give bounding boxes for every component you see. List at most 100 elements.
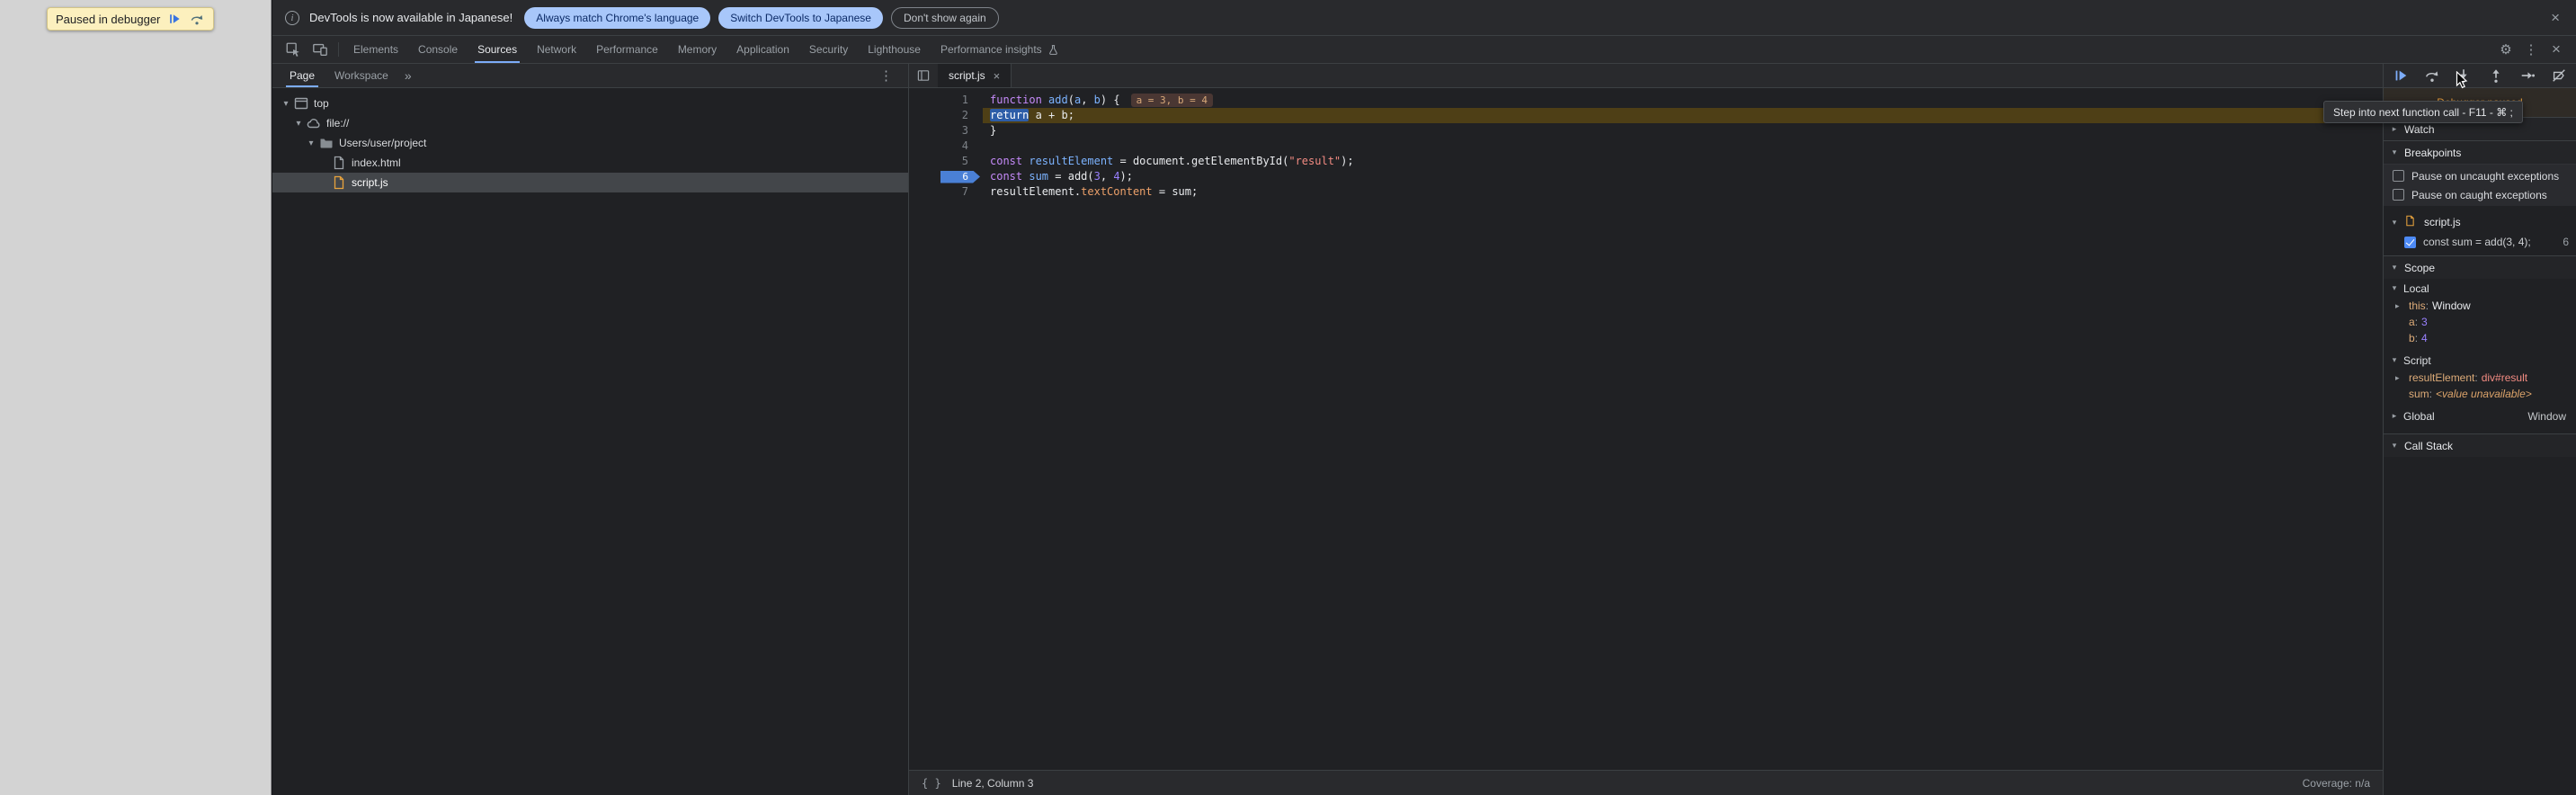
tab-network[interactable]: Network	[527, 36, 586, 63]
resume-script-icon[interactable]	[166, 11, 183, 27]
gutter-line-5[interactable]: 5	[909, 154, 983, 169]
screen: Paused in debugger i DevTools is now ava…	[0, 0, 2576, 795]
device-toolbar-icon[interactable]	[307, 36, 334, 63]
scope-group-global[interactable]: ▸GlobalWindow	[2384, 406, 2576, 425]
code-line-3[interactable]: }	[983, 123, 2383, 138]
scope-var-value: 3	[2421, 316, 2428, 328]
infobar-action-switch-devtools-to-japanese[interactable]: Switch DevTools to Japanese	[718, 7, 883, 29]
tree-item-label: file://	[326, 117, 349, 130]
gutter-line-4[interactable]: 4	[909, 138, 983, 154]
step-into-icon[interactable]	[2453, 65, 2474, 86]
close-tab-icon[interactable]: ×	[994, 69, 1001, 83]
step-into-icon	[2456, 67, 2472, 84]
step-into-tooltip: Step into next function call - F11 - ⌘ ;	[2323, 101, 2523, 123]
navigator-menu-icon[interactable]: ⋮	[871, 64, 901, 87]
scope-var-b[interactable]: b:4	[2384, 330, 2576, 346]
tab-label: Security	[809, 43, 848, 56]
section-scope[interactable]: ▾ Scope	[2384, 255, 2576, 279]
tree-item-users-user-project[interactable]: ▾Users/user/project	[272, 133, 908, 153]
scope-group-script[interactable]: ▾Script	[2384, 351, 2576, 370]
navigator-tab-label: Page	[290, 69, 315, 82]
infobar-actions: Always match Chrome's language Switch Dev…	[524, 7, 998, 29]
code-line-2[interactable]: return a + b;	[983, 108, 2383, 123]
infobar-action-don-t-show-again[interactable]: Don't show again	[891, 7, 999, 29]
infobar-action-always-match-chrome-s-language[interactable]: Always match Chrome's language	[524, 7, 710, 29]
code-line-7[interactable]: resultElement.textContent = sum;	[983, 184, 2383, 200]
tree-item-label: index.html	[352, 156, 401, 169]
tree-item-file[interactable]: ▾file://	[272, 113, 908, 133]
close-devtools-icon[interactable]: ×	[2544, 36, 2569, 63]
checkbox[interactable]	[2393, 189, 2404, 201]
gutter-line-7[interactable]: 7	[909, 184, 983, 200]
tab-sources[interactable]: Sources	[468, 36, 527, 63]
breakpoint-group-script-js[interactable]: ▾ script.js	[2384, 212, 2576, 232]
step-out-icon[interactable]	[2485, 65, 2507, 86]
editor-tab-script-js[interactable]: script.js ×	[938, 64, 1012, 87]
scope-var-sum[interactable]: sum:<value unavailable>	[2384, 386, 2576, 402]
breakpoint-group-file: script.js	[2424, 216, 2461, 228]
checkbox[interactable]	[2404, 237, 2416, 248]
tab-console[interactable]: Console	[408, 36, 468, 63]
code-line-5[interactable]: const resultElement = document.getElemen…	[983, 154, 2383, 169]
scope-var-separator: :	[2429, 388, 2432, 400]
breakpoint-entry[interactable]: const sum = add(3, 4);6	[2384, 232, 2576, 252]
scope-var-a[interactable]: a:3	[2384, 314, 2576, 330]
debugger-toolbar	[2384, 64, 2576, 88]
scope-var-name: sum	[2409, 388, 2429, 400]
panel-left-icon[interactable]	[909, 64, 938, 87]
code-token: ,	[1081, 94, 1093, 106]
code-token: add	[1048, 94, 1068, 106]
gutter-line-6[interactable]: 6	[909, 169, 983, 184]
disclosure-triangle-icon: ▾	[2390, 218, 2399, 228]
code-line-1[interactable]: function add(a, b) {a = 3, b = 4	[983, 93, 2383, 108]
scope-group-value: Window	[2527, 410, 2570, 423]
tab-elements[interactable]: Elements	[343, 36, 408, 63]
gutter-line-2[interactable]: 2	[909, 108, 983, 123]
tab-lighthouse[interactable]: Lighthouse	[858, 36, 931, 63]
toggle-pause-on-caught-exceptions[interactable]: Pause on caught exceptions	[2384, 185, 2576, 204]
disclosure-triangle-icon: ▸	[2395, 373, 2400, 383]
resume-icon[interactable]	[2390, 65, 2411, 86]
toggle-pause-on-uncaught-exceptions[interactable]: Pause on uncaught exceptions	[2384, 166, 2576, 185]
tree-item-script-js[interactable]: script.js	[272, 173, 908, 192]
scope-group-label: Script	[2403, 354, 2431, 367]
debugger-sections: ▸ Watch ▾ Breakpoints Pause on uncaught …	[2384, 117, 2576, 795]
infobar-close-icon[interactable]: ×	[2547, 9, 2563, 27]
tab-memory[interactable]: Memory	[668, 36, 726, 63]
code-line-4[interactable]	[983, 138, 2383, 154]
settings-gear-icon[interactable]: ⚙	[2493, 36, 2518, 63]
scope-group-local[interactable]: ▾Local	[2384, 279, 2576, 298]
more-menu-icon[interactable]: ⋮	[2518, 36, 2544, 63]
tab-security[interactable]: Security	[799, 36, 858, 63]
code-token: const	[990, 170, 1022, 183]
section-breakpoints[interactable]: ▾ Breakpoints	[2384, 140, 2576, 164]
gutter-line-1[interactable]: 1	[909, 93, 983, 108]
step-icon[interactable]	[2517, 65, 2538, 86]
code-editor[interactable]: 12345 67 function add(a, b) {a = 3, b = 4…	[909, 88, 2383, 770]
section-call-stack[interactable]: ▾ Call Stack	[2384, 433, 2576, 457]
tree-item-index-html[interactable]: index.html	[272, 153, 908, 173]
tab-label: Console	[418, 43, 458, 56]
checkbox[interactable]	[2393, 170, 2404, 182]
step-over-icon[interactable]	[2421, 65, 2443, 86]
navigator-tab-workspace[interactable]: Workspace	[325, 64, 398, 87]
inspect-icon[interactable]	[280, 36, 307, 63]
breakpoint-marker[interactable]: 6	[940, 171, 980, 183]
scope-var-this[interactable]: ▸this:Window	[2384, 298, 2576, 314]
tab-performance-insights[interactable]: Performance insights	[931, 36, 1069, 63]
code-line-6[interactable]: const sum = add(3, 4);	[983, 169, 2383, 184]
scope-group-gap	[2384, 425, 2576, 430]
editor-tab-label: script.js	[949, 69, 985, 82]
navigator-tab-page[interactable]: Page	[280, 64, 325, 87]
pretty-print-icon[interactable]: { }	[922, 777, 941, 790]
scope-var-resultelement[interactable]: ▸resultElement:div#result	[2384, 370, 2576, 386]
banner-step-over-icon[interactable]	[189, 11, 205, 27]
tab-performance[interactable]: Performance	[586, 36, 668, 63]
file-tree: ▾top▾file://▾Users/user/project index.htm…	[272, 88, 908, 192]
tab-label: Elements	[353, 43, 398, 56]
tab-application[interactable]: Application	[726, 36, 799, 63]
more-tabs-icon[interactable]: »	[398, 64, 418, 87]
gutter-line-3[interactable]: 3	[909, 123, 983, 138]
tree-item-top[interactable]: ▾top	[272, 94, 908, 113]
deactivate-breakpoints-icon[interactable]	[2548, 65, 2570, 86]
